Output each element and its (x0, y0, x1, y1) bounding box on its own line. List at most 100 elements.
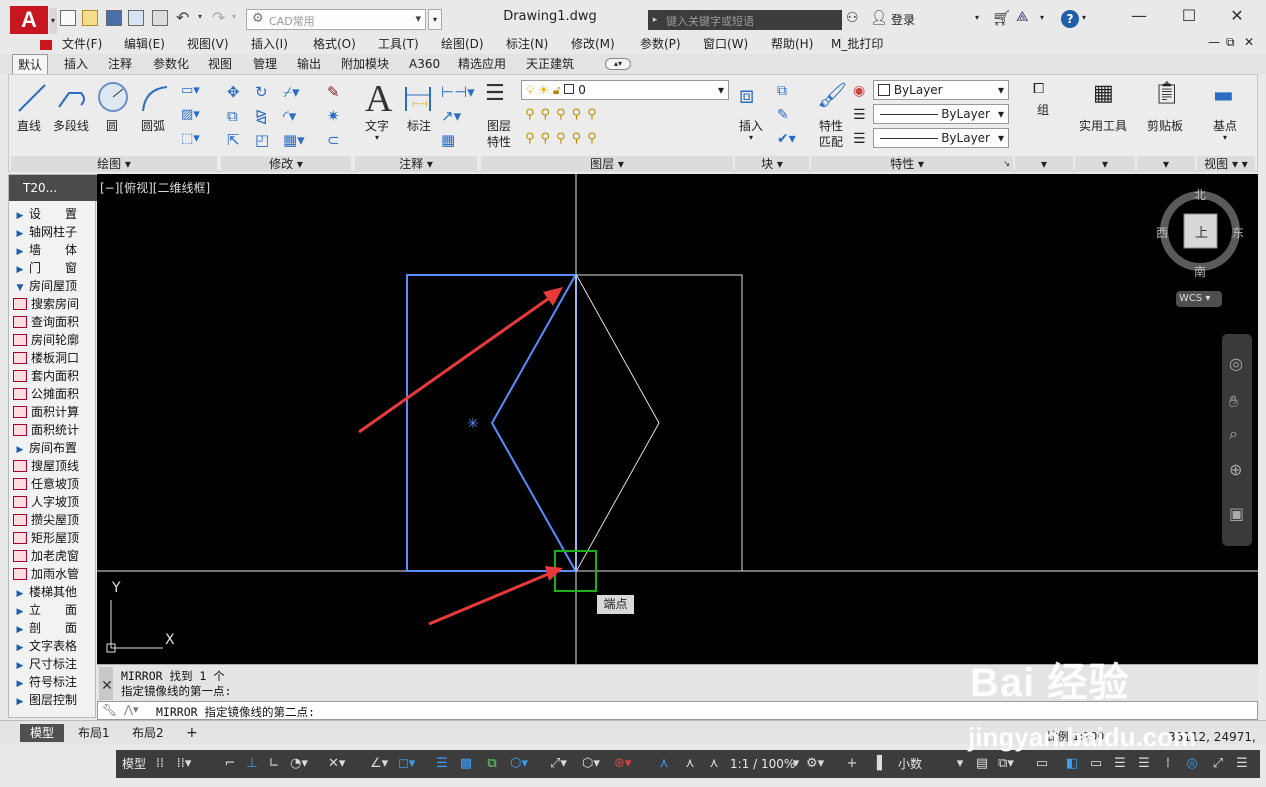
base-view-button[interactable]: 基点 (1213, 117, 1237, 134)
grid-icon[interactable]: ⁞⁞ (152, 756, 168, 772)
selection-filter-icon[interactable]: ⬡▾ (582, 756, 600, 772)
edit-attribute-icon[interactable]: ✔▾ (777, 131, 796, 147)
match-properties-button-line2[interactable]: 匹配 (819, 133, 843, 150)
mirror-icon[interactable]: ⧎ (255, 107, 268, 125)
clean-screen-icon[interactable]: ◧ (1064, 756, 1080, 772)
doc-restore-button[interactable]: ⧉ (1226, 35, 1235, 50)
close-button[interactable]: ✕ (1222, 6, 1252, 25)
viewport-scale[interactable]: 1:1 / 100% (730, 750, 795, 778)
annotation-visibility-icon[interactable]: ⋏ (656, 756, 672, 772)
ortho-icon[interactable]: ∟ (266, 756, 282, 772)
layers-panel-title[interactable]: 图层 ▾ (481, 156, 733, 172)
tab-layout2[interactable]: 布局2 (122, 724, 174, 742)
quick-properties-icon[interactable]: ▌ (874, 756, 890, 772)
palette-item[interactable]: ▶ 轴网柱子 (11, 223, 95, 241)
stretch-icon[interactable]: ⇱ (227, 131, 240, 149)
scale-icon[interactable]: ◰ (255, 131, 269, 149)
ribbon-minimize-toggle[interactable]: ▴▾ (605, 58, 631, 70)
explode-icon[interactable]: ✷ (327, 107, 340, 125)
anno-monitor-icon[interactable]: ☰ (1136, 756, 1152, 772)
block-panel-title[interactable]: 块 ▾ (735, 156, 809, 172)
tab-model[interactable]: 模型 (20, 724, 65, 742)
isolate-objects-icon[interactable]: ⧉▾ (998, 756, 1014, 772)
tab-addins[interactable]: 附加模块 (341, 54, 389, 74)
help-icon[interactable]: ? (1061, 10, 1079, 28)
workspace-select[interactable]: ⚙ CAD常用 ▾ (246, 9, 426, 30)
transparency-icon[interactable]: ▩ (458, 756, 474, 772)
selection-cycling-icon[interactable]: ⧉ (484, 756, 500, 772)
boundary-icon[interactable]: ⬚▾ (181, 131, 200, 146)
trim-icon[interactable]: ⌿▾ (283, 83, 300, 101)
object-snap-tracking-icon[interactable]: ∠▾ (370, 756, 388, 772)
palette-item[interactable]: 公摊面积 (11, 385, 95, 403)
palette-item[interactable]: ▶ 尺寸标注 (11, 655, 95, 673)
graphics-perf-icon[interactable]: ☰ (1112, 756, 1128, 772)
qat-customize-button[interactable]: ▾ (428, 9, 442, 30)
palette-item[interactable]: 楼板洞口 (11, 349, 95, 367)
tab-tangent-arch[interactable]: 天正建筑 (526, 54, 574, 74)
orbit-icon[interactable]: ⊕ (1229, 460, 1242, 479)
menu-file[interactable]: 文件(F) (62, 35, 102, 54)
app-menu-button[interactable]: A (10, 6, 48, 34)
palette-item[interactable]: ▶ 设 置 (11, 205, 95, 223)
move-icon[interactable]: ✥ (227, 83, 240, 101)
polar-tracking-icon[interactable]: ◔▾ (290, 756, 308, 772)
doc-minimize-button[interactable]: — (1208, 35, 1220, 49)
tab-layout1[interactable]: 布局1 (68, 724, 120, 742)
add-icon[interactable]: + (844, 756, 860, 772)
binoculars-icon[interactable]: ⚇ (846, 10, 859, 26)
minimize-button[interactable]: — (1124, 6, 1154, 25)
offset-icon[interactable]: ⊂ (327, 131, 340, 149)
open-folder-icon[interactable] (82, 10, 98, 26)
cart-icon[interactable]: 🛒︎ (992, 9, 1011, 27)
hardware-accel-icon[interactable]: ▭ (1034, 756, 1050, 772)
color-select[interactable]: ByLayer ▾ (873, 80, 1009, 100)
copy-icon[interactable]: ⧉ (227, 107, 238, 125)
palette-item[interactable]: 房间轮廓 (11, 331, 95, 349)
showmotion-icon[interactable]: ▣ (1229, 504, 1244, 523)
lineweight-select[interactable]: ByLayer ▾ (873, 104, 1009, 124)
tab-parametric[interactable]: 参数化 (153, 54, 189, 74)
dimension-button[interactable]: 标注 (407, 117, 431, 134)
undo-dropdown-icon[interactable]: ▾ (198, 12, 202, 21)
view-panel-title[interactable]: 视图 ▾ ▾ (1197, 156, 1255, 172)
hatch-icon[interactable]: ▨▾ (181, 107, 200, 122)
app-menu-chevron-icon[interactable]: ▾ (49, 8, 57, 34)
compass-north[interactable]: 北 (1194, 186, 1206, 203)
customize-status-icon[interactable]: ☰ (1234, 756, 1250, 772)
3d-osnap-icon[interactable]: ⬡▾ (510, 756, 528, 772)
palette-item[interactable]: ▶ 立 面 (11, 601, 95, 619)
layer-select[interactable]: 💡︎ ☀ 🔓︎ 0 ▾ (521, 80, 729, 100)
tab-manage[interactable]: 管理 (253, 54, 277, 74)
isolate-icon[interactable]: ◎ (1184, 756, 1200, 772)
menu-tools[interactable]: 工具(T) (378, 35, 419, 54)
menu-view[interactable]: 视图(V) (187, 35, 229, 54)
menu-dimension[interactable]: 标注(N) (506, 35, 548, 54)
help-dropdown-icon[interactable]: ▾ (1082, 13, 1086, 22)
group-button[interactable]: 组 (1037, 101, 1049, 118)
utilities-button[interactable]: 实用工具 (1079, 117, 1127, 134)
palette-item[interactable]: 人字坡顶 (11, 493, 95, 511)
menu-window[interactable]: 窗口(W) (703, 35, 748, 54)
palette-item[interactable]: 面积统计 (11, 421, 95, 439)
compass-west[interactable]: 西 (1156, 224, 1168, 241)
text-button[interactable]: 文字 (365, 117, 389, 134)
palette-item[interactable]: 面积计算 (11, 403, 95, 421)
zoom-extents-icon[interactable]: ⌕ (1229, 424, 1238, 444)
dynamic-ucs-icon[interactable]: ⤢▾ (550, 756, 567, 772)
palette-item[interactable]: ▼ 房间屋顶 (11, 277, 95, 295)
tab-annotate[interactable]: 注释 (108, 54, 132, 74)
login-dropdown-icon[interactable]: ▾ (975, 13, 979, 22)
palette-item[interactable]: ▶ 符号标注 (11, 673, 95, 691)
table-icon[interactable]: ▦ (441, 131, 455, 149)
linear-dim-icon[interactable]: ⊢⊣▾ (441, 83, 475, 101)
tab-featured-apps[interactable]: 精选应用 (458, 54, 506, 74)
redo-dropdown-icon[interactable]: ▾ (232, 12, 236, 21)
arc-button[interactable]: 圆弧 (141, 117, 165, 134)
layer-properties-button-line2[interactable]: 特性 (487, 133, 511, 150)
menu-edit[interactable]: 编辑(E) (124, 35, 165, 54)
layer-tools-row2[interactable]: ⚲⚲⚲⚲⚲ (525, 131, 603, 146)
redo-icon[interactable]: ↷ (212, 8, 225, 27)
object-snap-icon[interactable]: ◻▾ (398, 756, 415, 772)
annotation-panel-title[interactable]: 注释 ▾ (355, 156, 477, 172)
